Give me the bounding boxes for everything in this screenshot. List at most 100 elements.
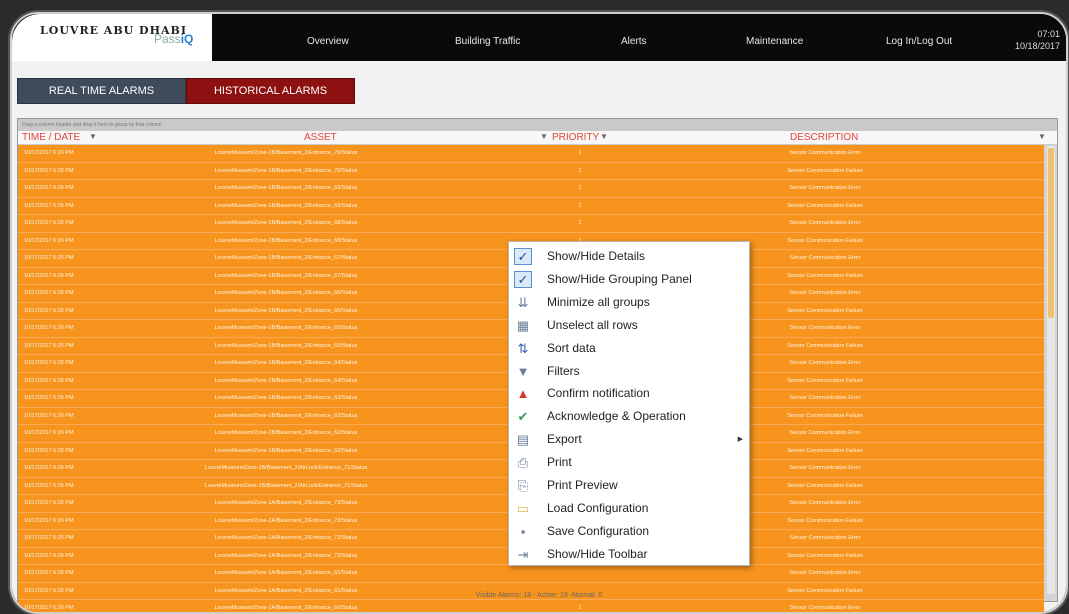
cell-asset: LouvreMuseum/Zone-1B/Basement_2/Entrance… [214,255,358,261]
warning-icon: ▲ [516,386,530,402]
cell-priority: 1 [578,150,582,156]
folder-icon: ▭ [516,500,530,516]
time-filter-icon[interactable]: ▼ [89,132,97,141]
nav-maintenance[interactable]: Maintenance [746,36,803,47]
context-menu-label: Print [547,455,572,470]
printer-icon: ⎙ [517,455,529,471]
context-menu-item[interactable]: ▦ Unselect all rows [509,314,749,337]
table-row[interactable]: 10/17/2017 6:26 PM LouvreMuseum/Zone-1B/B… [18,180,1044,198]
cell-description: Sensor Communication Error [789,570,861,576]
cell-asset: LouvreMuseum/Zone-1B/Basement_2/Entrance… [214,185,358,191]
table-row[interactable]: 10/17/2017 6:26 PM LouvreMuseum/Zone-1A/B… [18,600,1044,612]
cell-asset: LouvreMuseum/Zone-1B/Basement_2/AirLock/… [204,482,368,489]
context-menu-label: Print Preview [547,478,618,492]
column-header-time[interactable]: TIME / DATE [22,131,80,144]
cell-asset: LouvreMuseum/Zone-1B/Basement_2/Entrance… [214,377,358,384]
cell-priority: 1 [578,605,582,611]
asset-filter-icon[interactable]: ▼ [540,132,548,141]
cell-asset: LouvreMuseum/Zone-1B/Basement_2/Entrance… [214,220,358,226]
table-row[interactable]: 10/17/2017 6:26 PM LouvreMuseum/Zone-1A/B… [18,565,1044,583]
context-menu-label: Unselect all rows [547,317,638,332]
clock-time: 07:01 [1037,29,1060,39]
context-menu-label: Show/Hide Grouping Panel [547,271,692,286]
column-header-description[interactable]: DESCRIPTION [790,131,858,144]
cell-description: Sensor Communication Error [789,185,861,191]
cell-asset: LouvreMuseum/Zone-1A/Basement_2/Entrance… [214,535,358,541]
context-menu-item[interactable]: ✔ Acknowledge & Operation [509,405,749,428]
context-menu-label: Export [547,432,582,447]
cell-asset: LouvreMuseum/Zone-1B/Basement_2/Entrance… [214,202,358,209]
context-menu-label: Save Configuration [547,523,650,538]
nav-login-logout[interactable]: Log In/Log Out [886,36,952,47]
tab-real-time-alarms[interactable]: REAL TIME ALARMS [17,78,186,104]
nav-building-traffic[interactable]: Building Traffic [455,36,520,47]
context-menu-item[interactable]: ▪ Save Configuration [509,520,749,543]
column-header-priority[interactable]: PRIORITY [552,131,599,144]
context-menu-label: Acknowledge & Operation [547,409,686,424]
description-filter-icon[interactable]: ▼ [1038,132,1046,141]
scrollbar-thumb[interactable] [1048,148,1054,318]
cell-asset: LouvreMuseum/Zone-1A/Basement_2/Entrance… [214,517,358,524]
priority-filter-icon[interactable]: ▼ [600,132,608,141]
check-icon: ✓ [514,270,532,288]
nav-alerts[interactable]: Alerts [621,36,647,47]
cell-asset: LouvreMuseum/Zone-1B/Basement_2/Entrance… [214,447,358,454]
logo-area: LOUVRE ABU DHABI PassiQ [12,14,212,61]
table-row[interactable]: 10/17/2017 6:26 PM LouvreMuseum/Zone-1B/B… [18,162,1044,180]
cell-asset: LouvreMuseum/Zone-1B/Basement_2/Entrance… [214,167,358,174]
table-row[interactable]: 10/17/2017 6:26 PM LouvreMuseum/Zone-1B/B… [18,197,1044,215]
cell-description: Sensor Communication Error [789,220,861,226]
cell-asset: LouvreMuseum/Zone-1A/Basement_2/Entrance… [214,552,358,559]
cell-description: Sensor Communication Error [789,150,861,156]
cell-asset: LouvreMuseum/Zone-1B/Basement_2/Entrance… [214,150,358,156]
context-menu-item[interactable]: ▼ Filters [509,360,749,383]
tab-historical-alarms[interactable]: HISTORICAL ALARMS [186,78,355,104]
submenu-arrow-icon: ▶ [737,436,743,444]
context-menu-item[interactable]: ⎘ Print Preview [509,474,749,497]
cell-priority: 1 [578,220,582,226]
cell-asset: LouvreMuseum/Zone-1B/Basement_2/Entrance… [214,360,358,366]
context-menu-item[interactable]: ▤ Export ▶ [509,428,749,451]
status-bar: Visible Alarms: 18 - Active: 18 -Normal:… [475,592,603,599]
cell-asset: LouvreMuseum/Zone-1A/Basement_2/Entrance… [214,570,358,576]
table-row[interactable]: 10/17/2017 6:26 PM LouvreMuseum/Zone-1B/B… [18,145,1044,163]
cell-description: Sensor Communication Failure [787,202,863,209]
cell-asset: LouvreMuseum/Zone-1B/Basement_2/Entrance… [214,430,358,436]
context-menu-item[interactable]: ▭ Load Configuration [509,497,749,520]
unselect-icon: ▦ [516,317,530,333]
context-menu-item[interactable]: ⇅ Sort data [509,337,749,360]
table-row[interactable]: 10/17/2017 6:26 PM LouvreMuseum/Zone-1B/B… [18,215,1044,233]
grouping-panel[interactable]: Drag a column header and drop it here to… [18,119,1057,131]
export-icon: ▤ [516,432,530,448]
cell-asset: LouvreMuseum/Zone-1B/Basement_2/Entrance… [214,237,358,244]
cell-asset: LouvreMuseum/Zone-1B/Basement_2/Entrance… [214,325,358,331]
collapse-icon: ⇊ [517,294,529,310]
context-menu-label: Minimize all groups [547,294,650,309]
column-header-asset[interactable]: ASSET [304,131,337,144]
context-menu-item[interactable]: ✓ Show/Hide Grouping Panel [509,268,749,291]
clock-date: 10/18/2017 [1014,41,1060,51]
vertical-scrollbar[interactable] [1047,146,1055,594]
checkmark-icon: ✔ [517,409,529,425]
context-menu-item[interactable]: ⇥ Show/Hide Toolbar [509,543,749,566]
cell-asset: LouvreMuseum/Zone-1B/Basement_2/Entrance… [214,412,358,419]
cell-asset: LouvreMuseum/Zone-1B/Basement_2/Entrance… [214,395,358,401]
cell-priority: 1 [578,167,582,174]
context-menu-label: Filters [547,363,580,378]
cell-description: Sensor Communication Failure [787,167,863,174]
nav-overview[interactable]: Overview [307,36,349,47]
cell-description: Sensor Communication Error [789,605,861,611]
context-menu-item[interactable]: ⇊ Minimize all groups [509,291,749,314]
grid-header: TIME / DATE ▼ ASSET ▼ PRIORITY ▼ DESCRIP… [18,131,1057,145]
cell-asset: LouvreMuseum/Zone-1B/Basement_2/Entrance… [214,307,358,314]
product-logo: PassiQ [154,32,194,46]
context-menu: ✓ Show/Hide Details ✓ Show/Hide Grouping Pa… [508,241,750,566]
context-menu-label: Sort data [547,340,596,355]
toolbar-icon: ⇥ [517,546,529,562]
context-menu-item[interactable]: ⎙ Print [509,451,749,474]
context-menu-item[interactable]: ▲ Confirm notification [509,382,749,405]
cell-priority: 1 [578,202,582,209]
floppy-icon: ▪ [520,523,526,539]
context-menu-item[interactable]: ✓ Show/Hide Details [509,245,749,268]
sort-icon: ⇅ [517,340,529,356]
